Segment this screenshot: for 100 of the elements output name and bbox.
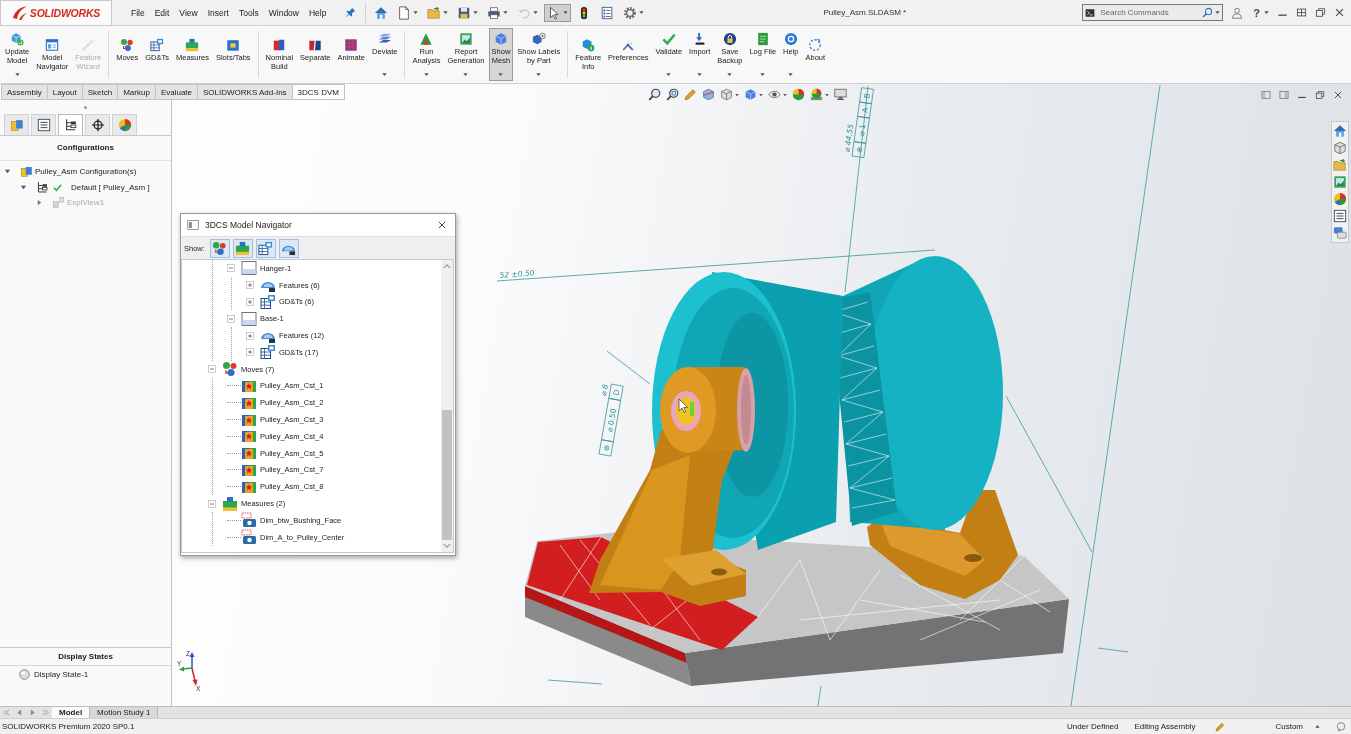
dashed-circle-icon — [808, 38, 823, 52]
person-icon[interactable] — [1231, 6, 1244, 19]
restore-icon[interactable] — [1315, 90, 1325, 100]
camera-icon — [241, 529, 257, 546]
left-arrow-icon[interactable] — [16, 709, 23, 716]
view-button[interactable] — [648, 88, 661, 101]
menu-item[interactable]: Tools — [233, 7, 264, 18]
house-icon[interactable] — [1333, 124, 1347, 138]
pencil-icon[interactable] — [1215, 721, 1226, 732]
menu-item[interactable]: Insert — [202, 7, 234, 18]
picture-icon[interactable] — [1333, 175, 1347, 189]
grid-table-icon — [260, 344, 276, 361]
split-blocks-icon — [308, 38, 323, 52]
tab[interactable]: Evaluate — [155, 84, 198, 100]
view-button[interactable] — [768, 88, 787, 101]
balls-icon — [120, 38, 135, 52]
list-icon — [36, 118, 51, 132]
squares-icon — [241, 445, 257, 462]
menu-item[interactable]: File — [126, 7, 150, 18]
status-text: Editing Assembly — [1134, 722, 1196, 731]
menu-item[interactable]: Window — [263, 7, 304, 18]
search-icon[interactable] — [1202, 7, 1214, 18]
pie-icon[interactable] — [1333, 192, 1347, 206]
menu-item[interactable]: View — [174, 7, 203, 18]
speech-bubble-icon[interactable] — [1336, 721, 1346, 732]
menu-item[interactable]: Help — [304, 7, 332, 18]
tile-icon[interactable] — [1296, 7, 1307, 18]
mouse-pointer-icon — [678, 398, 688, 413]
tile-right-icon[interactable] — [1279, 90, 1289, 100]
status-text[interactable]: Custom — [1275, 722, 1303, 731]
caret-icon[interactable] — [563, 10, 569, 15]
view-button[interactable] — [666, 88, 679, 101]
cube-icon — [493, 32, 508, 46]
tree-item[interactable]: Default [ Pulley_Asm ] — [51, 182, 150, 192]
caret-icon[interactable] — [413, 10, 419, 15]
caret-icon — [382, 72, 388, 77]
caret-down-icon[interactable] — [20, 183, 27, 191]
plus-box-icon[interactable] — [246, 281, 254, 290]
help-button[interactable]: ? — [1253, 6, 1260, 19]
panel-tab[interactable] — [85, 114, 110, 135]
folder-icon[interactable] — [1333, 158, 1347, 172]
close-icon[interactable] — [1333, 90, 1343, 100]
terminal-icon — [1085, 7, 1096, 18]
sphere-scene-icon — [810, 88, 823, 101]
caret-icon[interactable] — [503, 10, 509, 15]
filter-button[interactable] — [255, 238, 276, 258]
caret-down-icon[interactable] — [4, 168, 11, 176]
close-icon[interactable] — [1334, 7, 1345, 18]
wand-icon — [81, 38, 96, 52]
tab[interactable]: SOLIDWORKS Add-Ins — [198, 84, 293, 100]
speech-bubbles-icon[interactable] — [1333, 226, 1347, 240]
scrollbar-thumb[interactable] — [442, 410, 452, 540]
caret-icon[interactable] — [639, 10, 645, 15]
grip-icon[interactable] — [83, 104, 88, 110]
plus-box-icon[interactable] — [246, 348, 254, 357]
select-button[interactable] — [544, 3, 572, 22]
tile-left-icon[interactable] — [1261, 90, 1271, 100]
panel-icon — [241, 310, 257, 327]
caret-icon[interactable] — [1264, 10, 1269, 15]
caret-icon — [788, 72, 794, 77]
caret-icon[interactable] — [1215, 10, 1221, 15]
document-icon — [755, 32, 770, 46]
search-field[interactable]: Search Commands — [1082, 4, 1224, 21]
tree-item[interactable]: Pulley_Asm Configuration(s) — [35, 167, 137, 177]
caret-icon[interactable] — [473, 10, 479, 15]
panel-tab[interactable] — [31, 114, 56, 135]
view-button[interactable] — [834, 88, 847, 101]
house-icon — [374, 5, 389, 20]
scrollbar[interactable] — [441, 260, 453, 552]
caret-up-icon[interactable] — [1315, 724, 1320, 729]
padlock-disk-icon — [722, 32, 737, 46]
camera-icon — [241, 512, 257, 529]
right-arrow-icon[interactable] — [29, 709, 36, 716]
close-icon[interactable] — [437, 220, 447, 230]
tab[interactable]: 3DCS DVM — [292, 84, 345, 100]
extension-line — [606, 350, 651, 385]
pin-icon[interactable] — [345, 7, 357, 18]
tab[interactable]: Sketch — [82, 84, 119, 100]
tab[interactable]: Markup — [118, 84, 156, 100]
printer-icon — [487, 5, 502, 20]
caret-icon[interactable] — [443, 10, 449, 15]
checkmark-icon — [661, 32, 676, 46]
view-button[interactable] — [792, 88, 805, 101]
view-button[interactable] — [810, 88, 829, 101]
tab[interactable]: Layout — [47, 84, 83, 100]
view-button[interactable] — [702, 88, 715, 101]
chevron-up-icon[interactable] — [442, 261, 452, 271]
menu-item[interactable]: Edit — [149, 7, 175, 18]
list-icon[interactable] — [1333, 209, 1347, 223]
plus-box-icon[interactable] — [246, 298, 254, 306]
panel-tab[interactable] — [58, 114, 83, 135]
restore-icon[interactable] — [1315, 7, 1326, 18]
plus-box-icon[interactable] — [246, 331, 254, 340]
tab[interactable]: Assembly — [1, 84, 48, 100]
chevron-down-icon[interactable] — [442, 541, 452, 551]
monitor-icon — [834, 88, 847, 101]
display-state-item[interactable]: Display State-1 — [34, 670, 89, 679]
balls-icon — [222, 361, 238, 378]
cube-outline-icon[interactable] — [1333, 141, 1347, 155]
filter-button[interactable] — [278, 238, 299, 258]
